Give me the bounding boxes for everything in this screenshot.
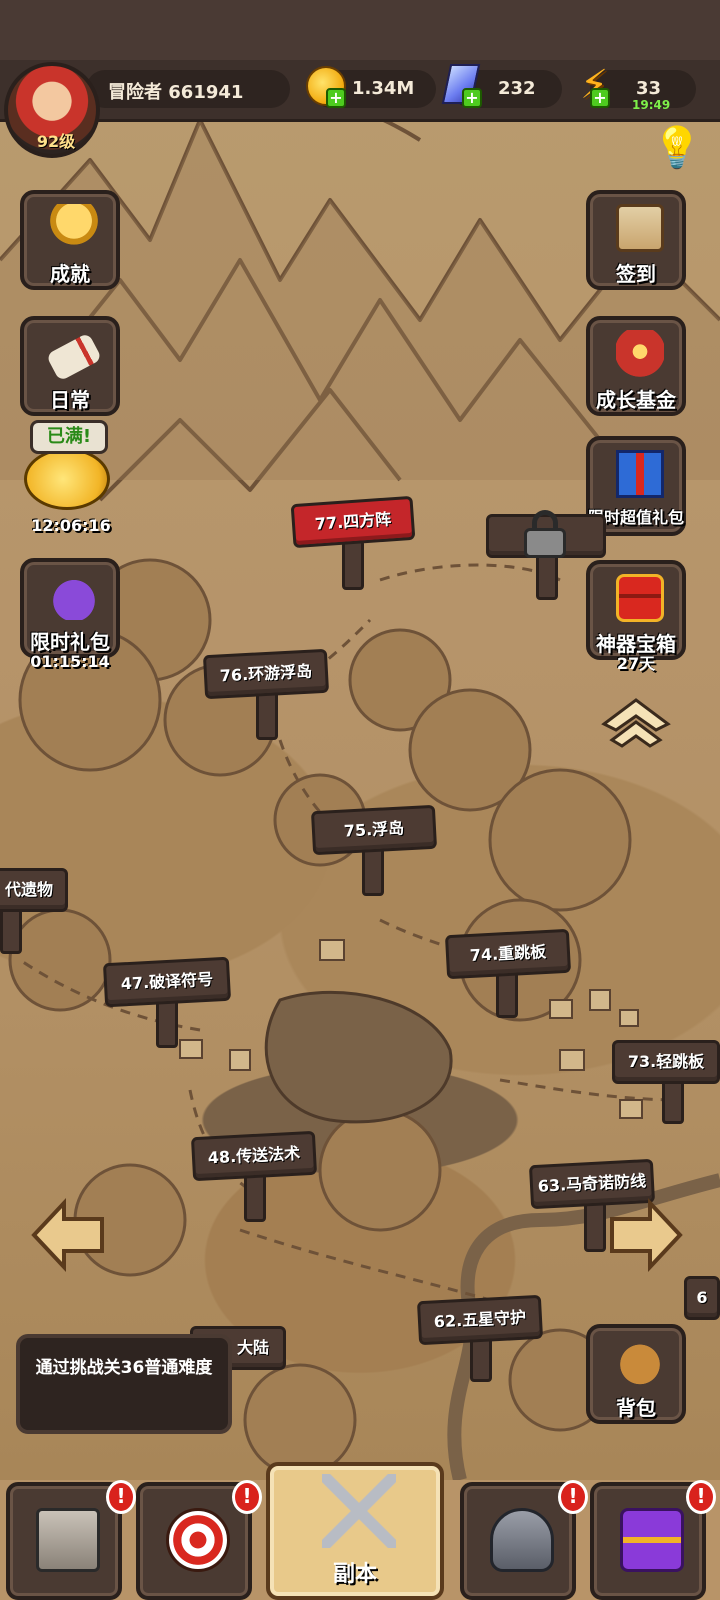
scroll-up-arrow-icon[interactable] [596, 690, 676, 750]
gem-amount: 232 [498, 78, 536, 99]
treasure-bag-icon [50, 572, 98, 620]
tower-icon [36, 1508, 100, 1572]
next-map-button[interactable] [606, 1195, 686, 1275]
sign-post [584, 1202, 606, 1252]
artifact-chest-button[interactable]: 神器宝箱 [586, 560, 686, 660]
backpack-icon [616, 1338, 664, 1386]
bottom-nav: ! ! 副本 ! ! [0, 1450, 720, 1600]
gold-amount: 1.34M [352, 78, 415, 99]
stage-74-sign[interactable]: 74.重跳板 [444, 928, 572, 980]
target-alert-badge: ! [232, 1480, 262, 1514]
prev-map-button[interactable] [28, 1195, 108, 1275]
shield-emblem-icon [616, 330, 664, 378]
relic-stage-sign[interactable]: 代遗物 [0, 868, 68, 912]
stage-76-sign[interactable]: 76.环游浮岛 [202, 648, 330, 700]
treasure-chest-icon [616, 574, 664, 622]
stage-62-sign[interactable]: 62.五星守护 [416, 1294, 544, 1346]
player-avatar[interactable]: 92级 [4, 62, 100, 158]
achievements-button[interactable]: 成就 [20, 190, 120, 290]
nav-tower-tab[interactable] [6, 1482, 122, 1600]
lock-icon [520, 510, 570, 558]
add-gold-icon[interactable]: + [326, 88, 346, 108]
tower-alert-badge: ! [106, 1480, 136, 1514]
arrow-right-icon [610, 1197, 683, 1273]
helmet-icon [490, 1508, 554, 1572]
nav-dungeon-tab[interactable]: 副本 [266, 1462, 444, 1600]
status-strip [0, 0, 720, 60]
growth-fund-label: 成长基金 [596, 388, 676, 412]
stage-73-sign[interactable]: 73.轻跳板 [612, 1040, 720, 1084]
chest-alert-badge: ! [686, 1480, 716, 1514]
scroll-icon [45, 332, 103, 382]
sign-post [362, 846, 384, 896]
daily-button[interactable]: 日常 [20, 316, 120, 416]
artifact-days: 27天 [616, 654, 656, 673]
hero-alert-badge: ! [558, 1480, 588, 1514]
player-name: 冒险者 661941 [108, 82, 244, 103]
purple-chest-icon [620, 1508, 684, 1572]
growth-fund-button[interactable]: 成长基金 [586, 316, 686, 416]
arrow-left-icon [31, 1197, 104, 1273]
stage-47-sign[interactable]: 47.破译符号 [102, 956, 232, 1008]
add-energy-icon[interactable]: + [590, 88, 610, 108]
target-arrow-icon [166, 1508, 230, 1572]
offscreen-stage-sign[interactable]: 6 [684, 1276, 720, 1320]
dungeon-label: 副本 [332, 1562, 377, 1587]
limited-pack-button[interactable]: 限时礼包 [20, 558, 120, 658]
piggy-bank-icon[interactable] [24, 448, 110, 510]
sign-post [156, 998, 178, 1048]
stage-77-sign[interactable]: 77.四方阵 [290, 495, 416, 549]
player-name-pill[interactable]: 冒险者 661941 [86, 70, 290, 108]
energy-timer: 19:49 [632, 98, 671, 112]
energy-amount: 33 [636, 78, 662, 99]
piggy-full-bubble: 已满! [30, 420, 108, 454]
crossed-swords-icon [322, 1474, 396, 1548]
stage-75-sign[interactable]: 75.浮岛 [310, 804, 438, 856]
piggy-timer: 12:06:16 [31, 516, 111, 535]
stage-48-sign[interactable]: 48.传送法术 [190, 1130, 318, 1182]
gift-box-icon [616, 450, 664, 498]
lightbulb-hint-icon[interactable]: 💡 [652, 124, 702, 176]
quest-tracker[interactable]: 通过挑战关36普通难度 [16, 1334, 232, 1434]
sign-post [342, 540, 364, 590]
sign-in-label: 签到 [616, 262, 656, 286]
trophy-icon [50, 204, 98, 252]
daily-label: 日常 [50, 388, 90, 412]
sign-in-button[interactable]: 签到 [586, 190, 686, 290]
backpack-label: 背包 [616, 1396, 656, 1420]
clipboard-icon [616, 204, 664, 252]
add-gem-icon[interactable]: + [462, 88, 482, 108]
backpack-button[interactable]: 背包 [586, 1324, 686, 1424]
sign-post [244, 1172, 266, 1222]
limited-pack-timer: 01:15:14 [30, 652, 110, 671]
limited-pack-label: 限时礼包 [30, 630, 110, 654]
player-level: 92级 [36, 132, 76, 151]
sign-post [256, 690, 278, 740]
achievements-label: 成就 [50, 262, 90, 286]
